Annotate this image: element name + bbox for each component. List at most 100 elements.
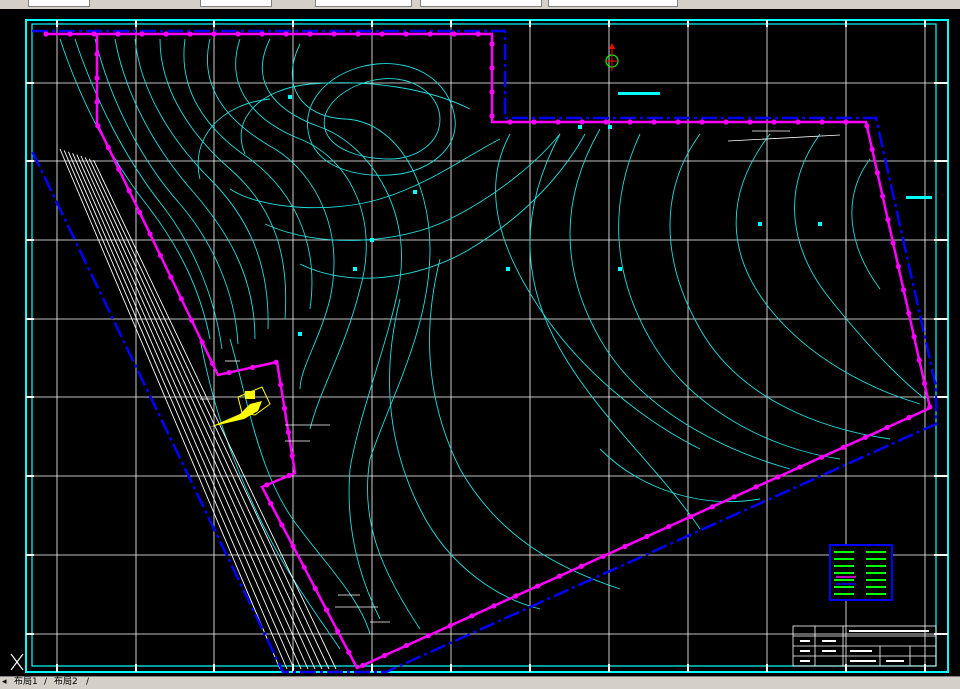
- boundary-vertex: [115, 31, 121, 37]
- boundary-vertex: [94, 75, 100, 81]
- boundary-vertex: [819, 119, 825, 125]
- layout-tab-bar: ◂ 布局1 / 布局2 /: [0, 676, 960, 689]
- layer-dropdown[interactable]: [28, 0, 90, 7]
- site-boundary: [46, 32, 932, 670]
- boundary-vertex: [600, 553, 606, 559]
- boundary-vertex: [534, 583, 541, 589]
- boundary-vertex: [264, 482, 270, 488]
- boundary-vertex: [301, 564, 307, 570]
- boundary-vertex: [622, 543, 628, 549]
- contour-label: [818, 222, 822, 226]
- plotstyle-dropdown[interactable]: [548, 0, 678, 7]
- ucs-x-icon: [10, 653, 24, 671]
- boundary-vertex: [427, 31, 433, 37]
- contour-line: [159, 38, 287, 320]
- boundary-vertex: [283, 31, 289, 37]
- boundary-vertex: [91, 31, 97, 37]
- contour-label: [370, 238, 374, 242]
- contour-line: [429, 258, 621, 590]
- boundary-vertex: [491, 603, 497, 609]
- boundary-vertex: [381, 652, 388, 659]
- boundary-vertex: [475, 31, 481, 37]
- tab-layout-2[interactable]: 布局2: [54, 677, 78, 688]
- boundary-vertex: [331, 31, 337, 37]
- tab-layout-1[interactable]: 布局1: [14, 677, 38, 688]
- boundary-vertex: [651, 119, 657, 125]
- contour-line: [669, 133, 891, 440]
- boundary-vertex: [355, 31, 361, 37]
- boundary-vertex: [555, 119, 561, 125]
- lineweight-dropdown[interactable]: [420, 0, 542, 7]
- boundary-vertex: [884, 424, 890, 430]
- boundary-vertex: [895, 263, 901, 270]
- boundary-vertex: [921, 380, 928, 387]
- boundary-vertex: [403, 31, 409, 37]
- boundary-vertex: [273, 359, 279, 365]
- boundary-vertex: [259, 31, 265, 37]
- boundary-vertex: [916, 357, 922, 363]
- contour-line: [199, 338, 341, 650]
- tab-nav-first[interactable]: ◂: [2, 677, 7, 688]
- boundary-vertex: [747, 119, 753, 125]
- boundary-vertex: [199, 339, 205, 345]
- boundary-vertex: [268, 500, 274, 507]
- boundary-vertex: [235, 31, 241, 37]
- boundary-vertex: [189, 317, 195, 324]
- contour-line: [569, 128, 791, 470]
- boundary-vertex: [864, 123, 870, 129]
- boundary-vertex: [360, 662, 366, 668]
- boundary-vertex: [94, 99, 100, 105]
- boundary-vertex: [105, 144, 111, 151]
- contour-label: [608, 125, 612, 129]
- road-line: [72, 153, 302, 670]
- boundary-vertex: [157, 252, 164, 259]
- cad-drawing[interactable]: [0, 9, 960, 676]
- contour-line: [851, 158, 881, 290]
- contour-label: [288, 95, 292, 99]
- boundary-vertex: [927, 404, 933, 410]
- contour-label: [298, 332, 302, 336]
- linetype-dropdown[interactable]: [315, 0, 412, 7]
- boundary-vertex: [771, 119, 777, 125]
- boundary-vertex: [335, 628, 341, 634]
- boundary-vertex: [147, 231, 153, 237]
- boundary-vertex: [699, 119, 705, 125]
- contour-label: [353, 267, 357, 271]
- boundary-vertex: [116, 166, 122, 172]
- boundary-vertex: [281, 405, 288, 412]
- contour-line: [207, 38, 335, 390]
- boundary-vertex: [289, 453, 295, 459]
- boundary-vertex: [627, 119, 633, 125]
- boundary-vertex: [911, 334, 917, 340]
- boundary-vertex: [874, 170, 880, 176]
- boundary-vertex: [531, 119, 537, 125]
- tab-separator: /: [44, 677, 48, 687]
- contour-line: [94, 38, 239, 345]
- boundary-vertex: [163, 31, 169, 37]
- boundary-vertex: [666, 523, 672, 530]
- boundary-vertex: [556, 573, 563, 579]
- boundary-vertex: [753, 484, 759, 490]
- boundary-vertex: [709, 504, 716, 510]
- contour-label: [758, 222, 762, 226]
- scale-bar: [618, 92, 660, 95]
- boundary-vertex: [489, 65, 495, 71]
- boundary-vertex: [603, 119, 609, 125]
- drawing-canvas[interactable]: [0, 9, 960, 676]
- boundary-vertex: [869, 146, 875, 152]
- road-line: [67, 151, 295, 670]
- boundary-vertex: [644, 533, 650, 540]
- contour-label: [618, 267, 622, 271]
- boundary-vertex: [489, 89, 495, 95]
- boundary-vertex: [840, 444, 847, 450]
- boundary-vertex: [795, 119, 801, 125]
- boundary-vertex: [285, 429, 291, 435]
- contour-line: [134, 38, 269, 330]
- color-dropdown[interactable]: [200, 0, 272, 7]
- road-line: [76, 154, 309, 670]
- contour-line: [240, 82, 471, 155]
- boundary-vertex: [43, 31, 49, 37]
- contour-line: [389, 298, 541, 610]
- boundary-vertex: [507, 119, 513, 125]
- contour-line: [229, 138, 501, 209]
